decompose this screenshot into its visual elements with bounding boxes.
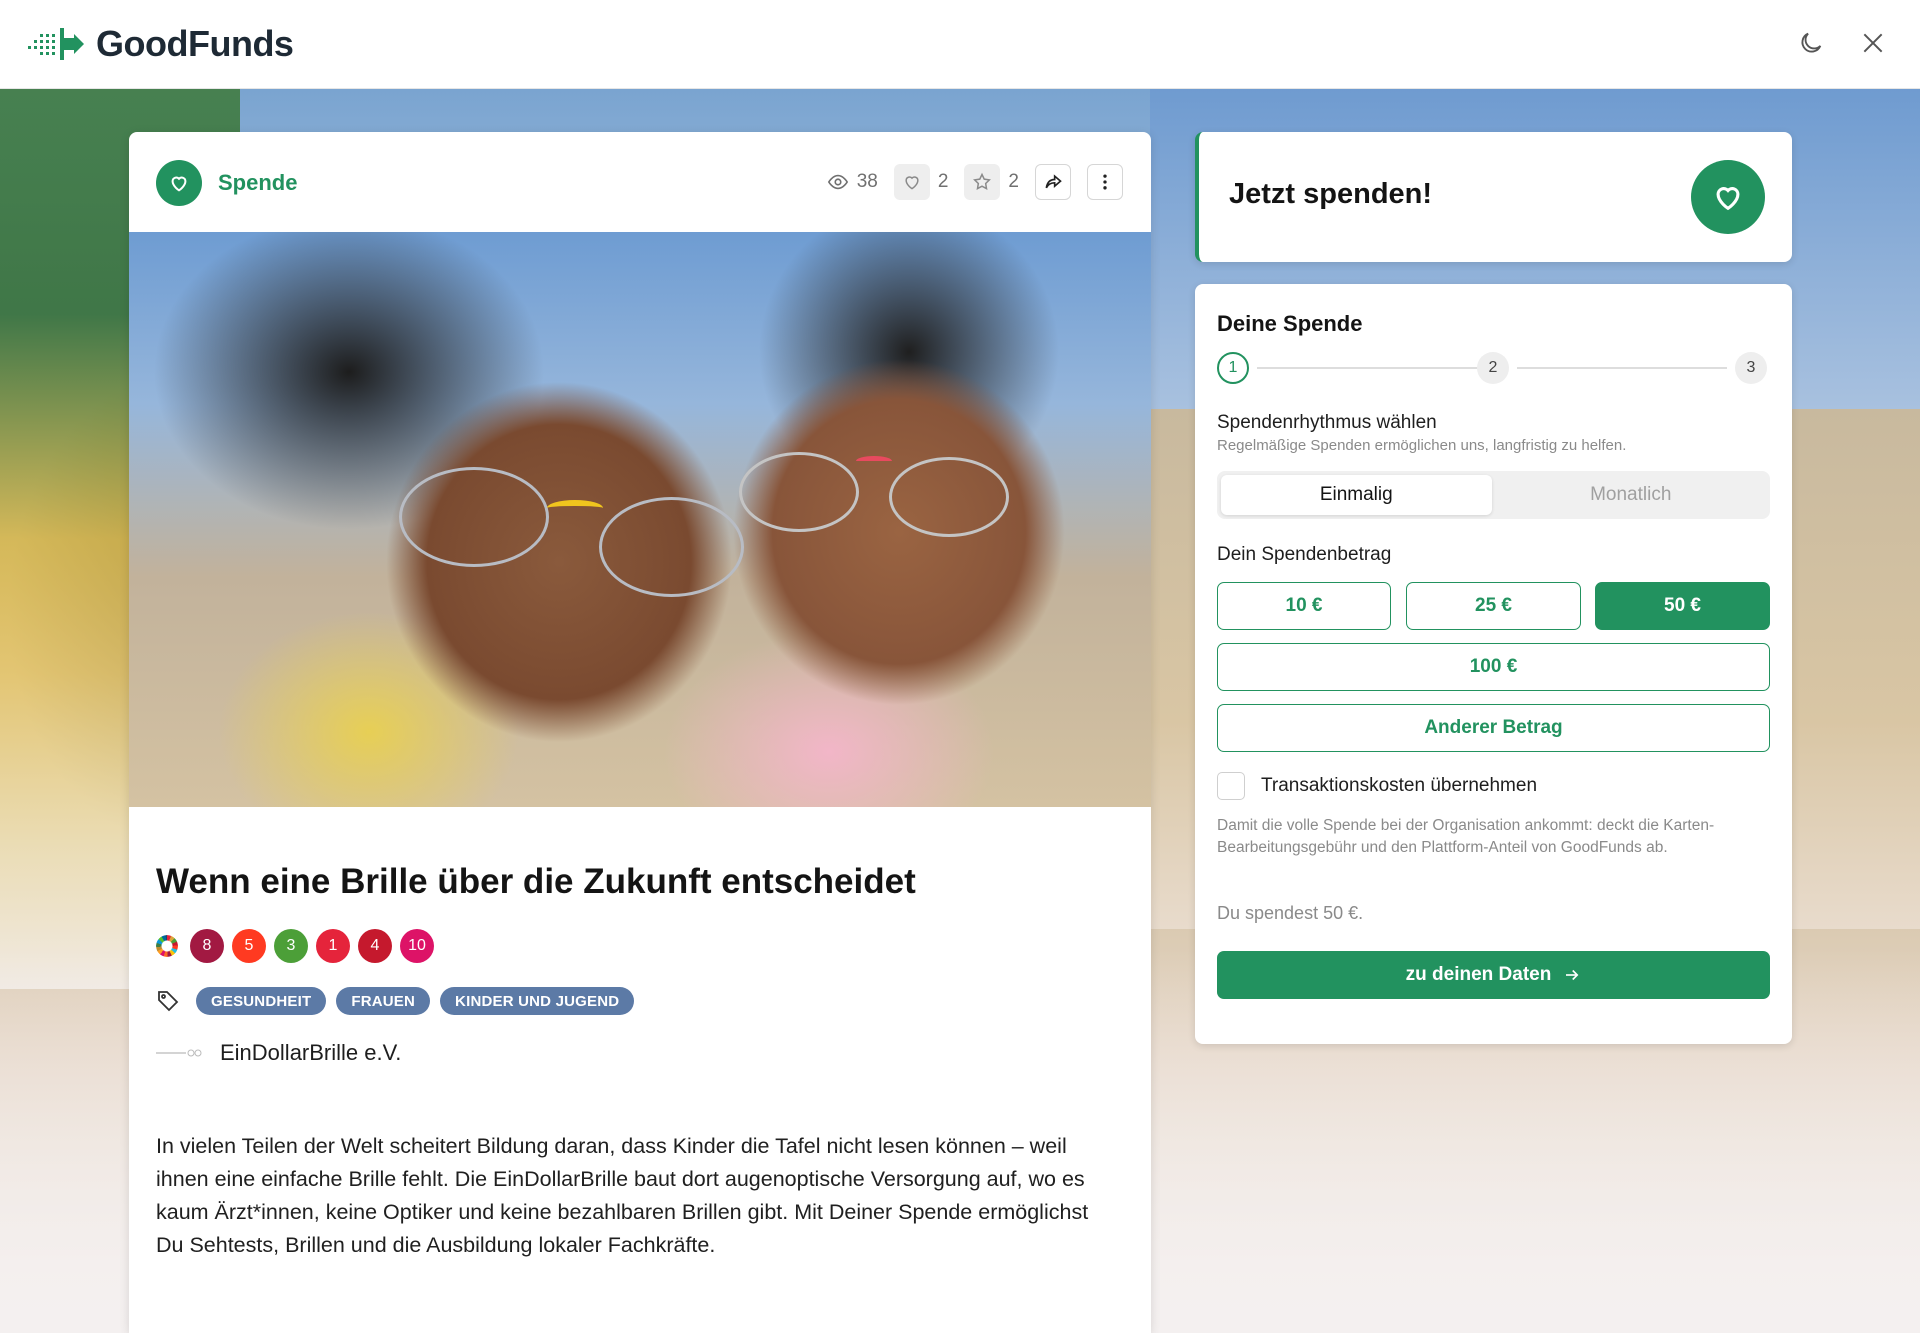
type-badge: Spende [156, 160, 297, 206]
sdg-goals: 8 5 3 1 4 10 [156, 929, 434, 963]
step-3: 3 [1735, 352, 1767, 384]
heart-outline-icon [905, 176, 919, 190]
heart-icon [171, 176, 187, 192]
step-connector [1517, 367, 1727, 369]
like-button[interactable] [893, 164, 930, 200]
tag-icon [158, 991, 179, 1012]
amount-button-50[interactable]: 50 € [1595, 582, 1770, 630]
step-connector [1257, 367, 1485, 369]
donation-title: Deine Spende [1217, 311, 1363, 336]
eye-icon [827, 174, 848, 190]
dark-mode-toggle[interactable] [1794, 26, 1828, 60]
likes-count: 2 [937, 171, 949, 192]
sdg-badge[interactable]: 10 [400, 929, 434, 963]
app-name: GoodFunds [96, 23, 294, 64]
donation-summary: Du spendest 50 €. [1217, 903, 1364, 923]
donation-form: Deine Spende 1 2 3 Spendenrhythmus wähle… [1195, 284, 1792, 1044]
amount-title: Dein Spendenbetrag [1217, 544, 1392, 565]
stats-bar: 38 2 2 [827, 164, 1123, 200]
glasses-bridge [547, 500, 603, 516]
star-icon [973, 172, 992, 190]
org-logo-lines [156, 1049, 202, 1057]
close-button[interactable] [1856, 26, 1890, 60]
rhythm-subtitle: Regelmäßige Spenden ermöglichen uns, lan… [1217, 437, 1627, 454]
rhythm-option-monatlich[interactable]: Monatlich [1496, 475, 1767, 515]
sdg-wheel-icon [156, 935, 178, 957]
project-description: In vielen Teilen der Welt scheitert Bild… [156, 1134, 1089, 1257]
organization-name: EinDollarBrille e.V. [220, 1040, 402, 1065]
tag-list: GESUNDHEIT FRAUEN KINDER UND JUGEND [156, 987, 635, 1015]
favorites-stat: 2 [964, 164, 1019, 200]
amount-button-10[interactable]: 10 € [1217, 582, 1391, 630]
heart-icon [1716, 187, 1740, 211]
sdg-badge[interactable]: 1 [316, 929, 350, 963]
other-amount-button[interactable]: Anderer Betrag [1217, 704, 1770, 752]
sdg-badge[interactable]: 5 [232, 929, 266, 963]
arrow-right-icon [1566, 969, 1579, 981]
favorite-button[interactable] [964, 164, 1001, 200]
donate-now-card: Jetzt spenden! [1195, 132, 1792, 262]
transaction-fee-note: Damit die volle Spende bei der Organisat… [1217, 817, 1715, 856]
transaction-fee-row[interactable]: Transaktionskosten übernehmen [1217, 772, 1537, 800]
step-1: 1 [1217, 352, 1249, 384]
logo-mark-icon [28, 28, 84, 60]
glasses-lens-left [399, 467, 549, 567]
transaction-fee-checkbox[interactable] [1217, 772, 1245, 800]
more-vertical-icon [1103, 174, 1107, 190]
organization[interactable]: EinDollarBrille e.V. [156, 1040, 401, 1066]
amount-button-100[interactable]: 100 € [1217, 643, 1770, 691]
rhythm-toggle: Einmalig Monatlich [1217, 471, 1770, 519]
glasses2-lens-right [889, 457, 1009, 537]
sdg-badge[interactable]: 4 [358, 929, 392, 963]
glasses-lens-right [599, 497, 744, 597]
likes-stat: 2 [893, 164, 949, 200]
goodfunds-logo[interactable]: GoodFunds [26, 22, 294, 66]
glasses2-lens-left [739, 452, 859, 532]
top-bar: GoodFunds [0, 0, 1920, 89]
tag-kinder-und-jugend[interactable]: KINDER UND JUGEND [440, 987, 635, 1015]
views-count: 38 [856, 171, 878, 192]
project-title: Wenn eine Brille über die Zukunft entsch… [156, 862, 916, 901]
sdg-badge[interactable]: 3 [274, 929, 308, 963]
favorites-count: 2 [1008, 171, 1019, 192]
donate-now-title: Jetzt spenden! [1229, 178, 1433, 210]
rhythm-option-einmalig[interactable]: Einmalig [1221, 475, 1492, 515]
heart-badge [156, 160, 202, 206]
more-options-button[interactable] [1087, 164, 1123, 200]
donate-now-button[interactable] [1691, 160, 1765, 234]
transaction-fee-label[interactable]: Transaktionskosten übernehmen [1261, 775, 1537, 797]
next-step-button[interactable]: zu deinen Daten [1217, 951, 1770, 999]
step-2: 2 [1477, 352, 1509, 384]
glasses2-bridge [856, 456, 892, 466]
card-header: Spende 38 2 2 [129, 132, 1151, 232]
moon-icon [1801, 32, 1822, 53]
sdg-badge[interactable]: 8 [190, 929, 224, 963]
type-label: Spende [218, 170, 298, 195]
next-step-label: zu deinen Daten [1405, 964, 1552, 985]
share-button[interactable] [1035, 164, 1071, 200]
views-stat: 38 [827, 171, 878, 193]
share-icon [1045, 174, 1062, 189]
rhythm-title: Spendenrhythmus wählen [1217, 412, 1437, 433]
organization-logo [156, 1045, 202, 1061]
project-image [129, 232, 1151, 807]
project-card: Spende 38 2 2 Wenn eine Brille über die … [129, 132, 1151, 1333]
tag-frauen[interactable]: FRAUEN [336, 987, 431, 1015]
amount-button-25[interactable]: 25 € [1406, 582, 1581, 630]
close-icon [1863, 33, 1883, 53]
tag-gesundheit[interactable]: GESUNDHEIT [196, 987, 327, 1015]
step-indicator: 1 2 3 [1217, 352, 1767, 384]
